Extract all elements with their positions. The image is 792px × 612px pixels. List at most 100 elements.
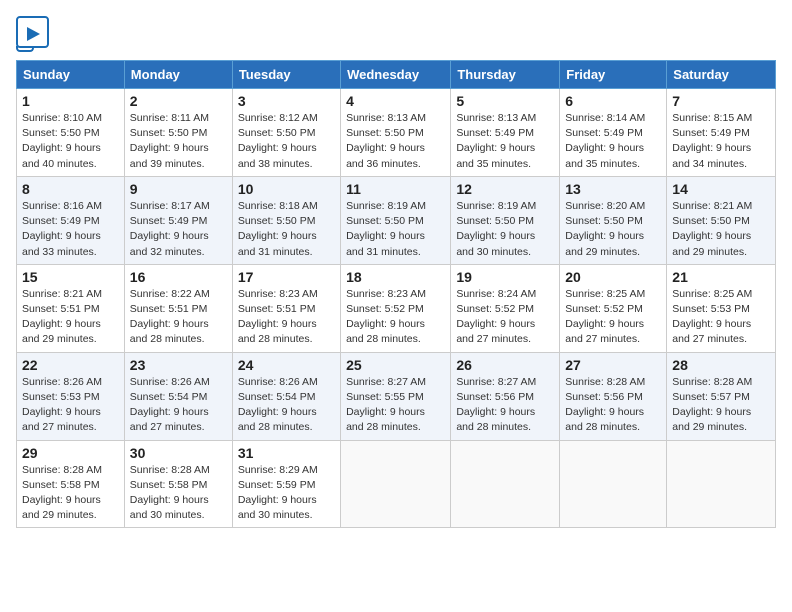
day-number: 20: [565, 269, 661, 285]
calendar-cell: 29 Sunrise: 8:28 AM Sunset: 5:58 PM Dayli…: [17, 440, 125, 528]
day-info: Sunrise: 8:11 AM Sunset: 5:50 PM Dayligh…: [130, 111, 227, 172]
calendar-cell: 13 Sunrise: 8:20 AM Sunset: 5:50 PM Dayli…: [560, 176, 667, 264]
day-number: 6: [565, 93, 661, 109]
calendar-cell: 7 Sunrise: 8:15 AM Sunset: 5:49 PM Daylig…: [667, 89, 776, 177]
day-number: 17: [238, 269, 335, 285]
day-info: Sunrise: 8:24 AM Sunset: 5:52 PM Dayligh…: [456, 287, 554, 348]
weekday-header-saturday: Saturday: [667, 61, 776, 89]
day-number: 18: [346, 269, 445, 285]
day-info: Sunrise: 8:26 AM Sunset: 5:54 PM Dayligh…: [130, 375, 227, 436]
calendar-cell: 6 Sunrise: 8:14 AM Sunset: 5:49 PM Daylig…: [560, 89, 667, 177]
page-header: [16, 16, 776, 52]
day-info: Sunrise: 8:28 AM Sunset: 5:58 PM Dayligh…: [130, 463, 227, 524]
calendar-cell: 21 Sunrise: 8:25 AM Sunset: 5:53 PM Dayli…: [667, 264, 776, 352]
day-info: Sunrise: 8:23 AM Sunset: 5:52 PM Dayligh…: [346, 287, 445, 348]
day-number: 9: [130, 181, 227, 197]
day-number: 4: [346, 93, 445, 109]
day-info: Sunrise: 8:13 AM Sunset: 5:50 PM Dayligh…: [346, 111, 445, 172]
day-number: 3: [238, 93, 335, 109]
day-number: 25: [346, 357, 445, 373]
calendar-cell: 28 Sunrise: 8:28 AM Sunset: 5:57 PM Dayli…: [667, 352, 776, 440]
day-info: Sunrise: 8:29 AM Sunset: 5:59 PM Dayligh…: [238, 463, 335, 524]
day-number: 11: [346, 181, 445, 197]
calendar-cell: [451, 440, 560, 528]
day-info: Sunrise: 8:25 AM Sunset: 5:53 PM Dayligh…: [672, 287, 770, 348]
day-info: Sunrise: 8:19 AM Sunset: 5:50 PM Dayligh…: [346, 199, 445, 260]
day-number: 7: [672, 93, 770, 109]
calendar-cell: 4 Sunrise: 8:13 AM Sunset: 5:50 PM Daylig…: [341, 89, 451, 177]
day-info: Sunrise: 8:20 AM Sunset: 5:50 PM Dayligh…: [565, 199, 661, 260]
calendar-cell: 2 Sunrise: 8:11 AM Sunset: 5:50 PM Daylig…: [124, 89, 232, 177]
calendar-cell: 16 Sunrise: 8:22 AM Sunset: 5:51 PM Dayli…: [124, 264, 232, 352]
day-info: Sunrise: 8:18 AM Sunset: 5:50 PM Dayligh…: [238, 199, 335, 260]
day-info: Sunrise: 8:21 AM Sunset: 5:51 PM Dayligh…: [22, 287, 119, 348]
weekday-header-friday: Friday: [560, 61, 667, 89]
calendar-cell: 3 Sunrise: 8:12 AM Sunset: 5:50 PM Daylig…: [232, 89, 340, 177]
calendar-cell: [667, 440, 776, 528]
day-number: 5: [456, 93, 554, 109]
weekday-header-sunday: Sunday: [17, 61, 125, 89]
day-number: 21: [672, 269, 770, 285]
day-info: Sunrise: 8:21 AM Sunset: 5:50 PM Dayligh…: [672, 199, 770, 260]
day-info: Sunrise: 8:15 AM Sunset: 5:49 PM Dayligh…: [672, 111, 770, 172]
day-info: Sunrise: 8:27 AM Sunset: 5:56 PM Dayligh…: [456, 375, 554, 436]
calendar-cell: 24 Sunrise: 8:26 AM Sunset: 5:54 PM Dayli…: [232, 352, 340, 440]
day-number: 24: [238, 357, 335, 373]
day-info: Sunrise: 8:26 AM Sunset: 5:54 PM Dayligh…: [238, 375, 335, 436]
day-number: 26: [456, 357, 554, 373]
calendar-cell: [341, 440, 451, 528]
day-info: Sunrise: 8:17 AM Sunset: 5:49 PM Dayligh…: [130, 199, 227, 260]
day-number: 13: [565, 181, 661, 197]
day-info: Sunrise: 8:12 AM Sunset: 5:50 PM Dayligh…: [238, 111, 335, 172]
calendar-cell: 30 Sunrise: 8:28 AM Sunset: 5:58 PM Dayli…: [124, 440, 232, 528]
calendar-cell: [560, 440, 667, 528]
day-number: 29: [22, 445, 119, 461]
calendar-table: SundayMondayTuesdayWednesdayThursdayFrid…: [16, 60, 776, 528]
calendar-cell: 18 Sunrise: 8:23 AM Sunset: 5:52 PM Dayli…: [341, 264, 451, 352]
calendar-cell: 5 Sunrise: 8:13 AM Sunset: 5:49 PM Daylig…: [451, 89, 560, 177]
day-number: 14: [672, 181, 770, 197]
day-info: Sunrise: 8:13 AM Sunset: 5:49 PM Dayligh…: [456, 111, 554, 172]
day-number: 22: [22, 357, 119, 373]
weekday-header-wednesday: Wednesday: [341, 61, 451, 89]
day-number: 1: [22, 93, 119, 109]
calendar-cell: 26 Sunrise: 8:27 AM Sunset: 5:56 PM Dayli…: [451, 352, 560, 440]
day-info: Sunrise: 8:27 AM Sunset: 5:55 PM Dayligh…: [346, 375, 445, 436]
day-info: Sunrise: 8:25 AM Sunset: 5:52 PM Dayligh…: [565, 287, 661, 348]
day-info: Sunrise: 8:22 AM Sunset: 5:51 PM Dayligh…: [130, 287, 227, 348]
day-info: Sunrise: 8:26 AM Sunset: 5:53 PM Dayligh…: [22, 375, 119, 436]
day-number: 12: [456, 181, 554, 197]
day-number: 19: [456, 269, 554, 285]
day-info: Sunrise: 8:14 AM Sunset: 5:49 PM Dayligh…: [565, 111, 661, 172]
day-number: 30: [130, 445, 227, 461]
calendar-cell: 15 Sunrise: 8:21 AM Sunset: 5:51 PM Dayli…: [17, 264, 125, 352]
calendar-cell: 20 Sunrise: 8:25 AM Sunset: 5:52 PM Dayli…: [560, 264, 667, 352]
day-number: 8: [22, 181, 119, 197]
day-info: Sunrise: 8:16 AM Sunset: 5:49 PM Dayligh…: [22, 199, 119, 260]
day-number: 16: [130, 269, 227, 285]
calendar-cell: 19 Sunrise: 8:24 AM Sunset: 5:52 PM Dayli…: [451, 264, 560, 352]
calendar-cell: 9 Sunrise: 8:17 AM Sunset: 5:49 PM Daylig…: [124, 176, 232, 264]
day-info: Sunrise: 8:28 AM Sunset: 5:56 PM Dayligh…: [565, 375, 661, 436]
calendar-cell: 31Sunrise: 8:29 AM Sunset: 5:59 PM Dayli…: [232, 440, 340, 528]
calendar-cell: 22 Sunrise: 8:26 AM Sunset: 5:53 PM Dayli…: [17, 352, 125, 440]
day-info: Sunrise: 8:23 AM Sunset: 5:51 PM Dayligh…: [238, 287, 335, 348]
day-info: Sunrise: 8:10 AM Sunset: 5:50 PM Dayligh…: [22, 111, 119, 172]
calendar-cell: 1 Sunrise: 8:10 AM Sunset: 5:50 PM Daylig…: [17, 89, 125, 177]
day-info: Sunrise: 8:19 AM Sunset: 5:50 PM Dayligh…: [456, 199, 554, 260]
calendar-cell: 10 Sunrise: 8:18 AM Sunset: 5:50 PM Dayli…: [232, 176, 340, 264]
day-number: 15: [22, 269, 119, 285]
calendar-cell: 8 Sunrise: 8:16 AM Sunset: 5:49 PM Daylig…: [17, 176, 125, 264]
calendar-cell: 17 Sunrise: 8:23 AM Sunset: 5:51 PM Dayli…: [232, 264, 340, 352]
day-info: Sunrise: 8:28 AM Sunset: 5:58 PM Dayligh…: [22, 463, 119, 524]
day-number: 28: [672, 357, 770, 373]
calendar-cell: 11 Sunrise: 8:19 AM Sunset: 5:50 PM Dayli…: [341, 176, 451, 264]
logo: [16, 16, 49, 52]
weekday-header-thursday: Thursday: [451, 61, 560, 89]
weekday-header-monday: Monday: [124, 61, 232, 89]
day-number: 10: [238, 181, 335, 197]
day-info: Sunrise: 8:28 AM Sunset: 5:57 PM Dayligh…: [672, 375, 770, 436]
day-number: 2: [130, 93, 227, 109]
calendar-cell: 23Sunrise: 8:26 AM Sunset: 5:54 PM Dayli…: [124, 352, 232, 440]
calendar-cell: 14 Sunrise: 8:21 AM Sunset: 5:50 PM Dayli…: [667, 176, 776, 264]
